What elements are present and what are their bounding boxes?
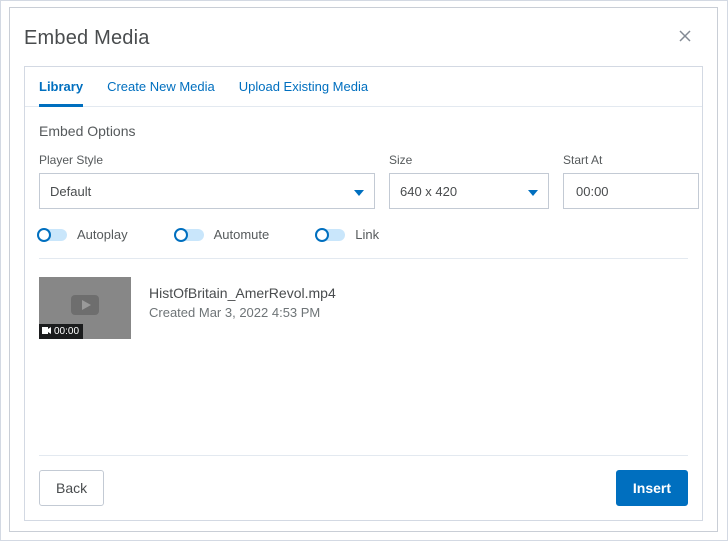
close-icon [679,30,691,42]
switch-icon [39,229,67,241]
modal-footer: Back Insert [25,456,702,520]
video-icon [42,326,51,337]
insert-button[interactable]: Insert [616,470,688,506]
media-item[interactable]: 00:00 HistOfBritain_AmerRevol.mp4 Create… [39,259,688,456]
media-thumbnail[interactable]: 00:00 [39,277,131,339]
embed-media-modal: Embed Media Library Create New Media Upl… [9,7,718,532]
field-player-style: Player Style Default [39,153,375,209]
embed-options: Embed Options Player Style Default [25,107,702,456]
size-select[interactable]: 640 x 420 [389,173,549,209]
player-style-select[interactable]: Default [39,173,375,209]
media-filename: HistOfBritain_AmerRevol.mp4 [149,285,336,301]
toggle-automute-label: Automute [214,227,270,242]
field-size: Size 640 x 420 [389,153,549,209]
field-start-at: Start At [563,153,699,209]
chevron-down-icon [354,184,364,199]
page-background: Embed Media Library Create New Media Upl… [0,0,728,541]
tabs: Library Create New Media Upload Existing… [25,67,702,107]
toggle-link-label: Link [355,227,379,242]
switch-icon [317,229,345,241]
duration-badge: 00:00 [39,324,83,339]
tab-create-new-media[interactable]: Create New Media [107,67,215,107]
tab-library[interactable]: Library [39,67,83,107]
spacer [10,521,717,531]
size-value: 640 x 420 [400,184,457,199]
media-created: Created Mar 3, 2022 4:53 PM [149,305,336,320]
tab-upload-existing-media[interactable]: Upload Existing Media [239,67,368,107]
toggle-autoplay-label: Autoplay [77,227,128,242]
modal-header: Embed Media [10,8,717,66]
section-title: Embed Options [39,123,688,139]
fields-row: Player Style Default Size 640 [39,153,688,209]
start-at-input-wrapper[interactable] [563,173,699,209]
duration-text: 00:00 [54,326,79,337]
switch-icon [176,229,204,241]
close-button[interactable] [675,26,695,50]
modal-title: Embed Media [24,27,150,50]
toggles-row: Autoplay Automute Link [39,223,688,259]
toggle-automute[interactable]: Automute [176,227,270,242]
back-button[interactable]: Back [39,470,104,506]
play-icon [71,295,99,321]
size-label: Size [389,153,549,167]
media-meta: HistOfBritain_AmerRevol.mp4 Created Mar … [149,277,336,320]
start-at-label: Start At [563,153,699,167]
modal-body: Library Create New Media Upload Existing… [10,66,717,521]
player-style-label: Player Style [39,153,375,167]
toggle-autoplay[interactable]: Autoplay [39,227,128,242]
chevron-down-icon [528,184,538,199]
toggle-link[interactable]: Link [317,227,379,242]
start-at-input[interactable] [574,183,688,200]
player-style-value: Default [50,184,91,199]
modal-inner: Library Create New Media Upload Existing… [24,66,703,521]
